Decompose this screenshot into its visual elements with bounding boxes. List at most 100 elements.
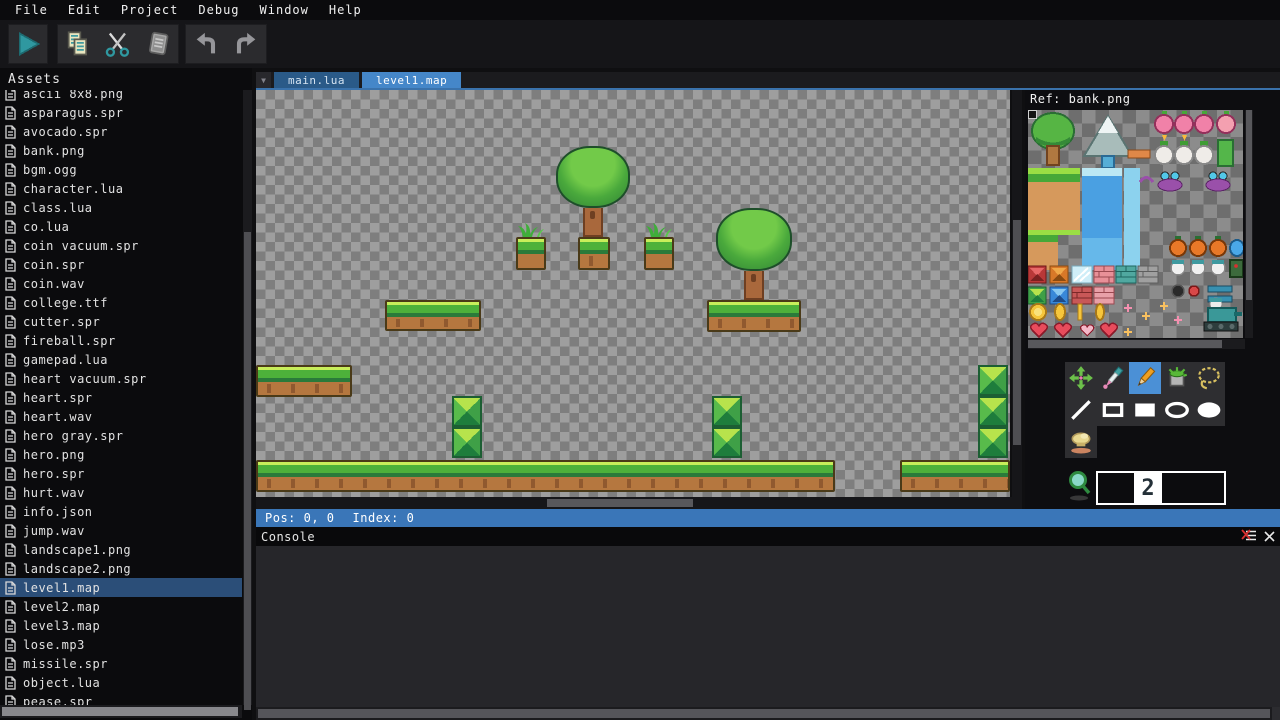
assets-vertical-scrollbar-thumb[interactable] bbox=[244, 232, 251, 710]
asset-item[interactable]: heart vacuum.spr bbox=[0, 369, 242, 388]
file-icon bbox=[5, 239, 16, 253]
tool-line[interactable] bbox=[1065, 394, 1097, 426]
asset-item[interactable]: level3.map bbox=[0, 616, 242, 635]
tree-sprite bbox=[556, 146, 630, 237]
tileset-vertical-scrollbar-thumb[interactable] bbox=[1246, 110, 1252, 300]
menu-edit[interactable]: Edit bbox=[59, 1, 110, 19]
menu-window[interactable]: Window bbox=[251, 1, 318, 19]
menu-project[interactable]: Project bbox=[112, 1, 188, 19]
asset-item[interactable]: heart.wav bbox=[0, 407, 242, 426]
cut-button[interactable] bbox=[98, 24, 138, 64]
asset-item[interactable]: hero.spr bbox=[0, 464, 242, 483]
asset-item[interactable]: avocado.spr bbox=[0, 122, 242, 141]
asset-item[interactable]: landscape2.png bbox=[0, 559, 242, 578]
asset-item[interactable]: hurt.wav bbox=[0, 483, 242, 502]
asset-item[interactable]: co.lua bbox=[0, 217, 242, 236]
asset-item-label: class.lua bbox=[23, 201, 93, 215]
asset-item[interactable]: hero.png bbox=[0, 445, 242, 464]
canvas-vertical-scrollbar[interactable] bbox=[1012, 90, 1022, 497]
copy-button[interactable] bbox=[58, 24, 98, 64]
asset-item[interactable]: fireball.spr bbox=[0, 331, 242, 350]
assets-vertical-scrollbar[interactable] bbox=[243, 90, 252, 705]
tool-lasso[interactable] bbox=[1193, 362, 1225, 394]
tileset-vertical-scrollbar[interactable] bbox=[1245, 110, 1253, 338]
eyedropper-icon bbox=[1100, 365, 1126, 391]
zoom-box-left-segment[interactable] bbox=[1098, 473, 1134, 503]
canvas-horizontal-scrollbar-thumb[interactable] bbox=[547, 499, 693, 507]
asset-item[interactable]: class.lua bbox=[0, 198, 242, 217]
tileset-horizontal-scrollbar-thumb[interactable] bbox=[1028, 340, 1222, 348]
tile-index: Index: 0 bbox=[353, 511, 415, 525]
asset-item[interactable]: coin.spr bbox=[0, 255, 242, 274]
zoom-level-box[interactable]: 2 bbox=[1096, 471, 1226, 505]
asset-item[interactable]: asparagus.spr bbox=[0, 103, 242, 122]
zoom-magnifier-icon[interactable] bbox=[1066, 470, 1096, 502]
redo-button[interactable] bbox=[226, 24, 266, 64]
canvas-horizontal-scrollbar[interactable] bbox=[256, 497, 1022, 509]
tank-sprite bbox=[1204, 298, 1242, 331]
tab-list-dropdown[interactable]: ▼ bbox=[256, 72, 271, 88]
map-canvas[interactable] bbox=[256, 90, 1010, 497]
ellipse-outline-icon bbox=[1164, 397, 1190, 423]
asset-item[interactable]: cutter.spr bbox=[0, 312, 242, 331]
asset-item[interactable]: hero gray.spr bbox=[0, 426, 242, 445]
tool-stamp[interactable] bbox=[1065, 426, 1097, 458]
tool-rect-filled[interactable] bbox=[1129, 394, 1161, 426]
clear-log-icon[interactable] bbox=[1241, 529, 1257, 543]
close-console-icon[interactable] bbox=[1263, 530, 1276, 543]
undo-button[interactable] bbox=[186, 24, 226, 64]
asset-item[interactable]: character.lua bbox=[0, 179, 242, 198]
tool-ellipse-filled[interactable] bbox=[1193, 394, 1225, 426]
asset-item[interactable]: bank.png bbox=[0, 141, 242, 160]
menu-debug[interactable]: Debug bbox=[189, 1, 248, 19]
asset-item-label: landscape1.png bbox=[23, 543, 131, 557]
platform-sprite bbox=[385, 300, 481, 331]
tool-rect-outline[interactable] bbox=[1097, 394, 1129, 426]
asset-item[interactable]: coin.wav bbox=[0, 274, 242, 293]
assets-horizontal-scrollbar-thumb[interactable] bbox=[2, 707, 238, 716]
canvas-vertical-scrollbar-thumb[interactable] bbox=[1013, 220, 1021, 445]
reference-panel: Ref: bank.png bbox=[1025, 90, 1280, 509]
menu-file[interactable]: File bbox=[6, 1, 57, 19]
tileset-horizontal-scrollbar[interactable] bbox=[1028, 339, 1245, 349]
asset-item[interactable]: landscape1.png bbox=[0, 540, 242, 559]
tileset-viewport[interactable] bbox=[1028, 110, 1243, 338]
asset-item[interactable]: college.ttf bbox=[0, 293, 242, 312]
asset-item-label: missile.spr bbox=[23, 657, 108, 671]
asset-item[interactable]: jump.wav bbox=[0, 521, 242, 540]
console-horizontal-scrollbar[interactable] bbox=[256, 707, 1280, 720]
block-sprite bbox=[578, 237, 610, 270]
run-button[interactable] bbox=[8, 24, 48, 64]
tool-ellipse-outline[interactable] bbox=[1161, 394, 1193, 426]
asset-item[interactable]: heart.spr bbox=[0, 388, 242, 407]
rect-filled-icon bbox=[1132, 397, 1158, 423]
asset-item[interactable]: level1.map bbox=[0, 578, 242, 597]
fruit-sprites bbox=[1155, 111, 1235, 141]
asset-item[interactable]: gamepad.lua bbox=[0, 350, 242, 369]
asset-item[interactable]: coin vacuum.spr bbox=[0, 236, 242, 255]
tool-move[interactable] bbox=[1065, 362, 1097, 394]
asset-item[interactable]: object.lua bbox=[0, 673, 242, 692]
creature-sprites bbox=[1170, 236, 1243, 331]
diamond-sprite bbox=[978, 427, 1008, 458]
file-icon bbox=[5, 334, 16, 348]
paste-button[interactable] bbox=[138, 24, 178, 64]
asset-item[interactable]: missile.spr bbox=[0, 654, 242, 673]
tool-eyedropper[interactable] bbox=[1097, 362, 1129, 394]
diamond-sprite bbox=[452, 396, 482, 427]
tab-main-lua[interactable]: main.lua bbox=[274, 72, 359, 88]
assets-horizontal-scrollbar[interactable] bbox=[0, 705, 242, 718]
tool-pencil[interactable] bbox=[1129, 362, 1161, 394]
asset-item[interactable]: info.json bbox=[0, 502, 242, 521]
asset-item[interactable]: bgm.ogg bbox=[0, 160, 242, 179]
console-horizontal-scrollbar-thumb[interactable] bbox=[258, 709, 1270, 718]
tuft-sprite bbox=[644, 222, 674, 270]
asset-item[interactable]: lose.mp3 bbox=[0, 635, 242, 654]
asset-item-label: heart.wav bbox=[23, 410, 93, 424]
asset-item[interactable]: level2.map bbox=[0, 597, 242, 616]
menu-help[interactable]: Help bbox=[320, 1, 371, 19]
tileset-image[interactable] bbox=[1028, 110, 1243, 338]
zoom-level-value: 2 bbox=[1134, 473, 1162, 503]
tool-fill-bucket[interactable] bbox=[1161, 362, 1193, 394]
tab-level1-map[interactable]: level1.map bbox=[362, 72, 461, 88]
